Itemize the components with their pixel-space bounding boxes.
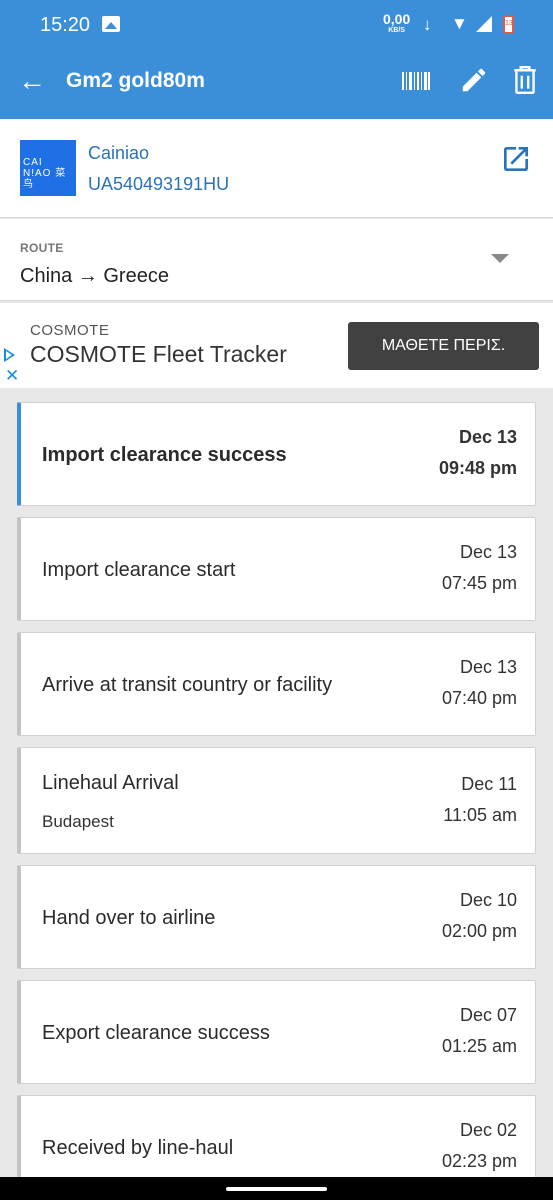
home-gesture-handle[interactable] bbox=[226, 1187, 327, 1191]
wifi-icon: ▼ bbox=[451, 14, 468, 33]
event-card[interactable]: Hand over to airline Dec 10 02:00 pm bbox=[17, 865, 536, 969]
event-datetime: Dec 13 09:48 pm bbox=[438, 427, 517, 478]
event-title: Import clearance start bbox=[42, 559, 236, 581]
network-speed: 0,00 KB/S bbox=[383, 11, 411, 34]
app-bar: ← Gm2 gold80m bbox=[0, 50, 553, 119]
event-datetime: Dec 02 02:23 pm bbox=[441, 1120, 517, 1171]
status-bar: 15:20 0,00 KB/S ↓ ▼ 13 bbox=[0, 0, 553, 50]
event-datetime: Dec 10 02:00 pm bbox=[441, 890, 517, 941]
event-datetime: Dec 07 01:25 am bbox=[441, 1005, 517, 1056]
event-card[interactable]: Import clearance success Dec 13 09:48 pm bbox=[17, 402, 536, 506]
cainiao-logo: CAI N!AO 菜鸟 bbox=[20, 140, 76, 196]
carrier-name-link[interactable]: Cainiao bbox=[88, 143, 149, 164]
ad-cta-button[interactable]: ΜΑΘΕΤΕ ΠΕΡΙΣ. bbox=[348, 322, 539, 370]
ad-close-icon[interactable]: ✕ bbox=[5, 367, 19, 384]
route-selector[interactable]: ROUTE China → Greece bbox=[0, 219, 553, 301]
ad-advertiser: COSMOTE bbox=[30, 322, 110, 339]
system-navigation-bar bbox=[0, 1177, 553, 1200]
ad-banner[interactable]: ✕ COSMOTE COSMOTE Fleet Tracker ΜΑΘΕΤΕ Π… bbox=[0, 303, 553, 388]
ad-headline[interactable]: COSMOTE Fleet Tracker bbox=[30, 341, 287, 368]
image-notification-icon bbox=[102, 16, 120, 32]
event-datetime: Dec 11 11:05 am bbox=[443, 774, 517, 825]
event-title: Linehaul Arrival bbox=[42, 772, 179, 794]
vibrate-icon: ↓ bbox=[423, 15, 432, 34]
page-title: Gm2 gold80m bbox=[66, 69, 205, 92]
route-label: ROUTE bbox=[20, 241, 64, 255]
tracking-number-link[interactable]: UA540493191HU bbox=[88, 174, 229, 195]
route-value: China → Greece bbox=[20, 265, 169, 287]
edit-pencil-icon[interactable] bbox=[459, 65, 489, 95]
event-card[interactable]: Import clearance start Dec 13 07:45 pm bbox=[17, 517, 536, 621]
event-datetime: Dec 13 07:40 pm bbox=[441, 657, 517, 708]
event-location: Budapest bbox=[42, 812, 114, 831]
open-external-icon[interactable] bbox=[500, 143, 532, 175]
status-time: 15:20 bbox=[40, 14, 91, 36]
barcode-icon[interactable] bbox=[402, 70, 430, 92]
event-card[interactable]: Arrive at transit country or facility De… bbox=[17, 632, 536, 736]
signal-icon bbox=[476, 16, 492, 32]
delete-trash-icon[interactable] bbox=[512, 65, 538, 95]
carrier-card: CAI N!AO 菜鸟 Cainiao UA540493191HU bbox=[0, 119, 553, 218]
back-arrow-icon[interactable]: ← bbox=[16, 66, 48, 98]
event-title: Hand over to airline bbox=[42, 907, 216, 929]
event-card[interactable]: Export clearance success Dec 07 01:25 am bbox=[17, 980, 536, 1084]
event-title: Import clearance success bbox=[42, 444, 287, 466]
event-title: Received by line-haul bbox=[42, 1137, 234, 1159]
event-card[interactable]: Linehaul Arrival Budapest Dec 11 11:05 am bbox=[17, 747, 536, 854]
ad-choices-icon[interactable] bbox=[4, 348, 15, 362]
event-card[interactable]: Received by line-haul Dec 02 02:23 pm bbox=[17, 1095, 536, 1177]
battery-icon: 13 bbox=[503, 15, 514, 34]
event-datetime: Dec 13 07:45 pm bbox=[441, 542, 517, 593]
event-title: Export clearance success bbox=[42, 1022, 270, 1044]
dropdown-arrow-icon[interactable] bbox=[491, 254, 509, 263]
event-title: Arrive at transit country or facility bbox=[42, 674, 333, 696]
